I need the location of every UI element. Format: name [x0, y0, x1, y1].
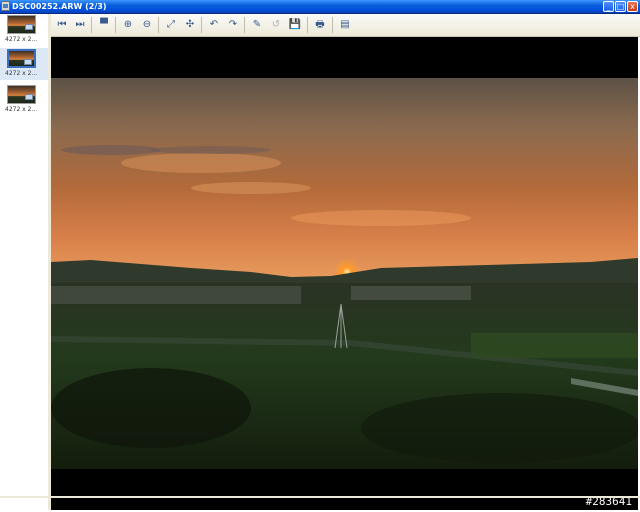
app-icon[interactable]: [1, 1, 10, 11]
toolbar-separator: [201, 17, 202, 33]
undo-icon[interactable]: ↺: [268, 17, 284, 33]
title-bar: DSC00252.ARW (2/3) _ □ x: [0, 0, 640, 14]
thumbnail-image: [7, 85, 36, 104]
rotate-left-icon[interactable]: ↶: [206, 17, 222, 33]
toolbar-separator: [158, 17, 159, 33]
window-title: DSC00252.ARW (2/3): [12, 2, 107, 11]
maximize-button[interactable]: □: [615, 1, 626, 12]
window-bottom-edge: [0, 496, 640, 498]
thumbnail-caption: 4272 x 2...: [5, 106, 38, 113]
rotate-right-icon[interactable]: ↷: [225, 17, 241, 33]
thumbnail-caption: 4272 x 2...: [5, 36, 38, 43]
save-icon[interactable]: 💾: [287, 17, 303, 33]
zoom-in-icon[interactable]: ⊕: [120, 17, 136, 33]
thumbnail-panel: 4272 x 2... 4272 x 2... 4272 x 2...: [0, 14, 49, 510]
toolbar-separator: [332, 17, 333, 33]
photo-sunset-landscape: [51, 78, 638, 469]
thumbnail-image: [7, 49, 36, 68]
print-icon[interactable]: 🖶: [312, 17, 328, 33]
window-body: 4272 x 2... 4272 x 2... 4272 x 2... ⏮ ⏭ …: [0, 14, 640, 512]
first-image-icon[interactable]: ⏮: [54, 17, 70, 33]
fit-window-icon[interactable]: ▀: [96, 17, 112, 33]
toolbar-separator: [91, 17, 92, 33]
close-button[interactable]: x: [627, 1, 638, 12]
thumbnail-image: [7, 15, 36, 34]
photo-image: [51, 78, 638, 469]
zoom-out-icon[interactable]: ⊖: [139, 17, 155, 33]
toolbar-separator: [115, 17, 116, 33]
toolbar-separator: [244, 17, 245, 33]
full-screen-icon[interactable]: ⤢: [163, 17, 179, 33]
toolbar-separator: [307, 17, 308, 33]
thumbnail-item-selected[interactable]: 4272 x 2...: [0, 48, 48, 80]
edit-icon[interactable]: ✎: [249, 17, 265, 33]
thumbnail-item[interactable]: 4272 x 2...: [0, 84, 48, 116]
thumbnail-caption: 4272 x 2...: [5, 70, 38, 77]
last-image-icon[interactable]: ⏭: [72, 17, 88, 33]
thumbnail-item[interactable]: 4272 x 2...: [0, 14, 48, 46]
image-viewer[interactable]: #283641: [51, 37, 638, 510]
toolbar: ⏮ ⏭ ▀ ⊕ ⊖ ⤢ ✣ ↶ ↷ ✎ ↺ 💾 🖶 ▤: [51, 14, 640, 37]
properties-icon[interactable]: ▤: [337, 17, 353, 33]
minimize-button[interactable]: _: [603, 1, 614, 12]
actual-size-icon[interactable]: ✣: [182, 17, 198, 33]
